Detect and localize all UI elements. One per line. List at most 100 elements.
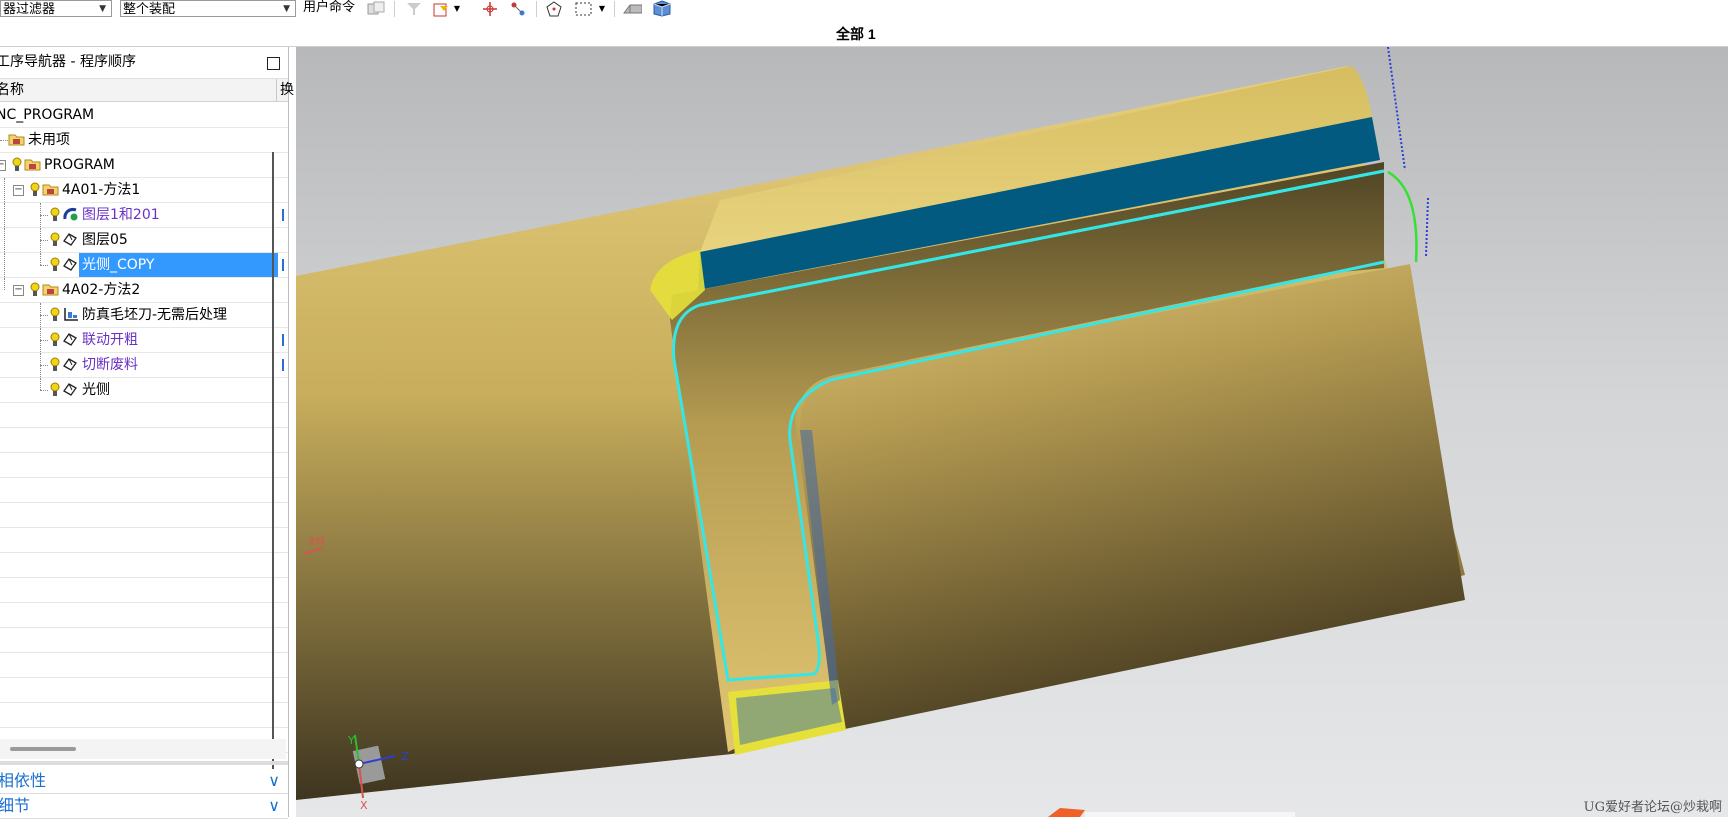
bulb-icon: [50, 257, 60, 271]
dependencies-panel-header[interactable]: 相依性 ∨: [0, 769, 288, 794]
status-mark: [282, 334, 284, 346]
folder-icon: [42, 184, 59, 196]
model-view[interactable]: XM Y Z X: [296, 47, 1728, 817]
bulb-icon: [50, 207, 60, 221]
tree-connector: [4, 203, 5, 227]
tree-item-unused[interactable]: 未用项: [0, 128, 288, 153]
tree-connector: [4, 228, 5, 252]
tree-connector: [40, 240, 48, 241]
chevron-down-icon[interactable]: ∨: [268, 794, 280, 818]
bulb-icon: [12, 157, 22, 171]
tree-item-4a01[interactable]: − 4A01-方法1: [0, 178, 288, 203]
user-command-label[interactable]: 用户命令: [303, 0, 355, 15]
chevron-down-icon[interactable]: ∨: [268, 769, 280, 793]
tree-item-label: 4A01-方法1: [62, 182, 141, 198]
view-icon[interactable]: [622, 0, 642, 17]
graphics-viewport[interactable]: XM Y Z X UG爱好者论坛@炒栽啊: [296, 47, 1728, 817]
collapse-icon[interactable]: −: [13, 185, 24, 196]
view-title: 全部 1: [836, 26, 876, 42]
empty-row: [0, 603, 288, 628]
tree-connector: [40, 215, 48, 216]
rect-select-icon[interactable]: [574, 0, 594, 17]
snap-icon[interactable]: [508, 0, 528, 17]
tree-item-label: 防真毛坯刀-无需后处理: [82, 307, 228, 323]
tree-item-sim-blank[interactable]: 防真毛坯刀-无需后处理: [0, 303, 288, 328]
horizontal-scrollbar[interactable]: [0, 739, 286, 759]
tree-item-layer-1-201[interactable]: 图层1和201: [0, 203, 288, 228]
empty-row: [0, 703, 288, 728]
column-name-header[interactable]: 名称: [0, 79, 24, 101]
toolbar: 器过滤器 ▼ 整个装配 ▼ 用户命令 ▼ ▼: [0, 0, 1728, 23]
tree-connector: [0, 140, 8, 141]
assembly-scope-label: 整个装配: [123, 2, 176, 17]
collapse-icon[interactable]: −: [0, 160, 6, 171]
empty-row: [0, 678, 288, 703]
cube-icon[interactable]: [652, 0, 672, 17]
tree-connector: [40, 253, 41, 265]
tree-item-side[interactable]: 光侧: [0, 378, 288, 403]
empty-row: [0, 453, 288, 478]
tree-item-4a02[interactable]: − 4A02-方法2: [0, 278, 288, 303]
mill-operation-icon: [63, 383, 77, 396]
chevron-down-icon: ▼: [99, 4, 106, 14]
empty-row: [0, 478, 288, 503]
bulb-icon: [50, 357, 60, 371]
column-divider[interactable]: [272, 152, 274, 786]
chevron-down-icon[interactable]: ▼: [452, 0, 462, 17]
selection-filter-dropdown[interactable]: 器过滤器 ▼: [0, 0, 112, 17]
panel-splitter[interactable]: [0, 761, 288, 765]
empty-row: [0, 628, 288, 653]
axis-z-label: Z: [401, 750, 409, 763]
point-icon[interactable]: [480, 0, 500, 17]
tree-item-label: PROGRAM: [44, 157, 115, 173]
folder-icon: [24, 159, 41, 171]
tree-item-label: 光侧: [82, 382, 110, 398]
polygon-icon[interactable]: [544, 0, 564, 17]
toolbar-separator: [614, 1, 615, 17]
navigator-tree: NC_PROGRAM 未用项 − PROGRAM − 4A01-方法1 图层1和…: [0, 103, 288, 778]
orange-marker: [1048, 808, 1085, 817]
tree-item-rough[interactable]: 联动开粗: [0, 328, 288, 353]
tree-item-cutoff[interactable]: 切断废料: [0, 353, 288, 378]
bulb-icon: [30, 282, 40, 296]
tree-connector: [4, 278, 5, 290]
select-icon[interactable]: [432, 0, 452, 17]
collapse-icon[interactable]: −: [13, 285, 24, 296]
empty-row: [0, 578, 288, 603]
bulb-icon: [30, 182, 40, 196]
assembly-scope-dropdown[interactable]: 整个装配 ▼: [120, 0, 296, 17]
chevron-down-icon[interactable]: ▼: [597, 0, 607, 17]
user-command-icon[interactable]: [366, 0, 386, 17]
empty-row: [0, 403, 288, 428]
filter-icon[interactable]: [404, 0, 424, 17]
tree-connector: [4, 178, 5, 202]
watermark: UG爱好者论坛@炒栽啊: [1583, 800, 1722, 815]
folder-icon: [8, 134, 25, 146]
axis-y-label: Y: [347, 734, 355, 747]
tree-item-nc-program[interactable]: NC_PROGRAM: [0, 103, 288, 128]
tree-item-label: 图层1和201: [82, 207, 160, 223]
folder-icon: [42, 284, 59, 296]
empty-row: [0, 428, 288, 453]
view-title-bar: 全部 1: [0, 22, 1728, 47]
column-2-header[interactable]: 换: [276, 79, 294, 101]
tree-item-label: 图层05: [82, 232, 128, 248]
scrollbar-thumb[interactable]: [10, 747, 76, 751]
mill-operation-icon: [63, 333, 77, 346]
mill-operation-icon: [63, 233, 77, 246]
tree-item-layer-05[interactable]: 图层05: [0, 228, 288, 253]
maximize-icon[interactable]: [267, 57, 280, 70]
tree-item-program[interactable]: − PROGRAM: [0, 153, 288, 178]
details-panel-header[interactable]: 细节 ∨: [0, 794, 288, 819]
tree-connector: [40, 315, 48, 316]
empty-row: [0, 553, 288, 578]
tree-item-label: 光侧_COPY: [79, 253, 278, 277]
end-arc: [1387, 170, 1418, 263]
bulb-icon: [50, 382, 60, 396]
bulb-icon: [50, 232, 60, 246]
tree-item-side-copy[interactable]: 光侧_COPY: [0, 253, 288, 278]
navigator-column-header: 名称 换: [0, 78, 294, 102]
empty-row: [0, 653, 288, 678]
operation-navigator: 工序导航器 - 程序顺序 名称 换 NC_PROGRAM 未用项 − PROGR…: [0, 47, 294, 819]
tree-item-label: 切断废料: [82, 357, 138, 373]
